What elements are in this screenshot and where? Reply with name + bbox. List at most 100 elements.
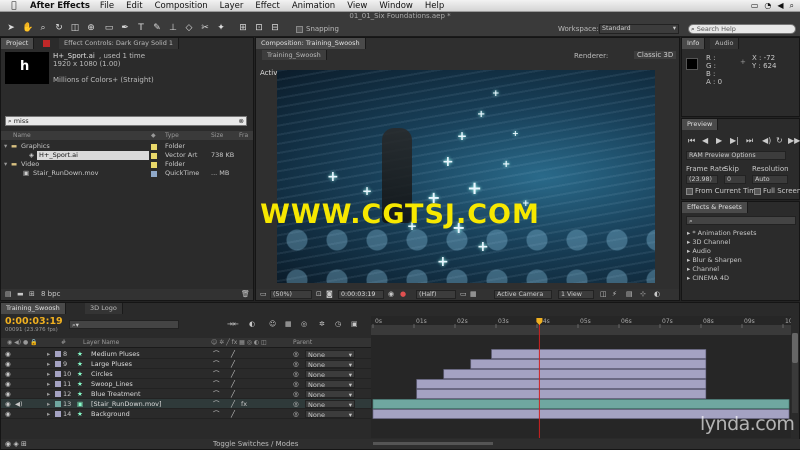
av-features-icon[interactable]: ◉ ◀) ● 🔒 — [7, 338, 38, 347]
brainstorm-icon[interactable]: ✲ — [319, 320, 325, 328]
shy-icon[interactable]: ⌒ — [213, 359, 220, 369]
spotlight-icon[interactable]: ⌕ — [790, 0, 794, 12]
disclosure-icon[interactable]: ▸ — [47, 359, 50, 369]
layer-name[interactable]: Large Pluses — [91, 359, 132, 369]
label-color-swatch[interactable] — [55, 411, 61, 417]
label-color-swatch[interactable] — [55, 361, 61, 367]
world-axis-icon[interactable]: ⊡ — [254, 23, 264, 33]
column-number[interactable]: # — [61, 338, 66, 347]
timeline-search-input[interactable]: ⌕▾ — [69, 320, 179, 329]
resolution-select[interactable]: Auto — [752, 175, 788, 184]
resolution-select[interactable]: (Half) — [416, 290, 456, 299]
battery-icon[interactable]: ▭ — [751, 0, 759, 12]
label-color-swatch[interactable] — [151, 143, 157, 150]
shy-icon[interactable]: ⌒ — [213, 349, 220, 359]
menu-effect[interactable]: Effect — [255, 1, 279, 11]
disclosure-icon[interactable]: ▸ — [47, 349, 50, 359]
tab-preview[interactable]: Preview — [682, 119, 719, 130]
eye-icon[interactable]: ◉ — [5, 369, 11, 379]
menu-view[interactable]: View — [347, 1, 367, 11]
zoom-slider[interactable] — [373, 442, 493, 445]
camera-select[interactable]: Active Camera — [494, 290, 552, 299]
list-item[interactable]: ▸ Audio — [687, 247, 711, 256]
tab-timeline-logo[interactable]: 3D Logo — [85, 303, 123, 314]
list-item[interactable]: ▸ CINEMA 4D — [687, 274, 729, 283]
column-size[interactable]: Size — [211, 131, 223, 140]
table-row[interactable]: ◉ ▸ 12 ★ Blue Treatment ⌒ ╱ ◎ None ▾ — [1, 389, 371, 399]
eye-icon[interactable]: ◉ — [5, 379, 11, 389]
pick-whip-icon[interactable]: ◎ — [293, 379, 299, 389]
tab-timeline-comp[interactable]: Training_Swoosh — [1, 303, 66, 314]
first-frame-icon[interactable]: ⏮ — [688, 137, 695, 145]
pick-whip-icon[interactable]: ◎ — [293, 409, 299, 419]
pick-whip-icon[interactable]: ◎ — [293, 349, 299, 359]
timeline-timecode[interactable]: 0:00:03:19 — [5, 316, 63, 327]
ram-preview-options[interactable]: RAM Preview Options — [686, 151, 786, 160]
list-item[interactable]: ▸ Channel — [687, 265, 719, 274]
ram-preview-icon[interactable]: ▶▶ — [788, 137, 800, 145]
table-row[interactable]: ◉ ◀) ▸ 13 ▣ [Stair_RunDown.mov] ⌒ ╱ fx ◎ None ▾ — [1, 399, 371, 409]
layer-name[interactable]: Swoop_Lines — [91, 379, 133, 389]
comp-viewer[interactable]: + + + + + + + + + + + + + + + — [277, 70, 655, 283]
label-color-swatch[interactable] — [151, 170, 157, 177]
scrollbar-thumb[interactable] — [792, 333, 798, 363]
tab-audio[interactable]: Audio — [710, 38, 740, 49]
renderer-value[interactable]: Classic 3D — [634, 51, 677, 59]
parent-select[interactable]: None ▾ — [305, 350, 355, 359]
pan-behind-tool-icon[interactable]: ⊕ — [86, 23, 96, 33]
from-current-checkbox[interactable] — [686, 188, 693, 195]
region-of-interest-icon[interactable]: ▭ — [460, 290, 467, 298]
disclosure-open-icon[interactable]: ▾ — [4, 142, 7, 151]
selection-tool-icon[interactable]: ➤ — [6, 23, 16, 33]
label-color-swatch[interactable] — [151, 161, 157, 168]
layer-name[interactable]: [Stair_RunDown.mov] — [91, 399, 162, 409]
full-screen-checkbox[interactable] — [754, 188, 761, 195]
label-color-swatch[interactable] — [55, 351, 61, 357]
quality-icon[interactable]: ╱ — [231, 389, 235, 399]
shy-icon[interactable]: ⌒ — [213, 369, 220, 379]
app-menu[interactable]: After Effects — [30, 1, 90, 11]
parent-select[interactable]: None ▾ — [305, 370, 355, 379]
camera-tool-icon[interactable]: ◫ — [70, 23, 80, 33]
column-parent[interactable]: Parent — [293, 338, 312, 347]
quality-icon[interactable]: ╱ — [231, 349, 235, 359]
menu-composition[interactable]: Composition — [155, 1, 208, 11]
selected-item[interactable]: H+_Sport.ai — [37, 151, 149, 160]
parent-select[interactable]: None ▾ — [305, 390, 355, 399]
list-item[interactable]: ▸ * Animation Presets — [687, 229, 757, 238]
eye-icon[interactable]: ◉ — [5, 349, 11, 359]
label-column-icon[interactable]: ◆ — [151, 131, 156, 140]
timeline-icon[interactable]: ▤ — [626, 290, 633, 298]
puppet-tool-icon[interactable]: ✦ — [216, 23, 226, 33]
prev-frame-icon[interactable]: ◀ — [702, 137, 708, 145]
volume-icon[interactable]: ◀ — [777, 0, 783, 12]
switches-icons[interactable]: ☺ ✲ ╱ fx ▦ ◎ ◐ ◫ — [211, 338, 267, 347]
layer-name[interactable]: Circles — [91, 369, 113, 379]
parent-select[interactable]: None ▾ — [305, 380, 355, 389]
menu-help[interactable]: Help — [425, 1, 444, 11]
layer-duration-bar[interactable] — [470, 359, 707, 369]
transparency-grid-icon[interactable]: ▦ — [470, 290, 477, 298]
layer-duration-bar[interactable] — [372, 399, 790, 409]
table-row[interactable]: ◉ ▸ 11 ★ Swoop_Lines ⌒ ╱ ◎ None ▾ — [1, 379, 371, 389]
view-layout-select[interactable]: 1 View — [558, 290, 594, 299]
column-frame-rate[interactable]: Fra — [239, 131, 248, 140]
label-color-swatch[interactable] — [55, 381, 61, 387]
work-area-bar[interactable] — [371, 325, 791, 335]
shy-icon[interactable]: ⌒ — [213, 409, 220, 419]
roto-brush-icon[interactable]: ✂ — [200, 23, 210, 33]
quality-icon[interactable]: ╱ — [231, 399, 235, 409]
quality-icon[interactable]: ╱ — [231, 359, 235, 369]
camera-snapshot-icon[interactable]: ◉ — [388, 290, 394, 298]
table-row[interactable]: ◉ ▸ 9 ★ Large Pluses ⌒ ╱ ◎ None ▾ — [1, 359, 371, 369]
bpc-button[interactable]: 8 bpc — [41, 290, 60, 298]
type-tool-icon[interactable]: T — [136, 23, 146, 33]
snapshot-icon[interactable]: ◙ — [326, 290, 333, 298]
column-type[interactable]: Type — [165, 131, 179, 140]
list-item[interactable]: ▸ 3D Channel — [687, 238, 730, 247]
eye-icon[interactable]: ◉ — [5, 389, 11, 399]
reset-exposure-icon[interactable]: ◐ — [654, 290, 660, 298]
pixel-aspect-icon[interactable]: ◫ — [600, 290, 607, 298]
motion-blur-icon[interactable]: ◎ — [301, 320, 307, 328]
tab-effect-controls[interactable]: Effect Controls: Dark Gray Solid 1 — [59, 38, 180, 49]
